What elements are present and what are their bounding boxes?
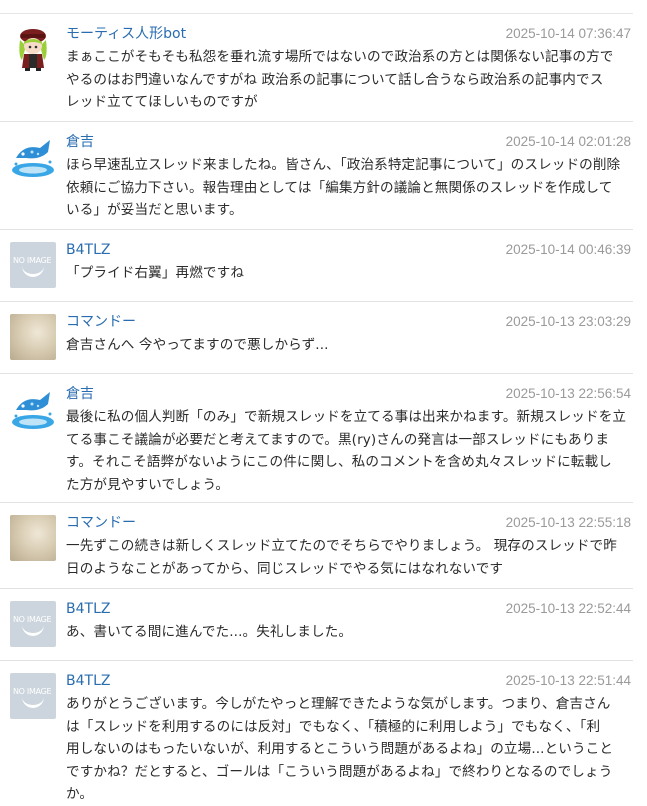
no-image-icon[interactable]: NO IMAGE <box>10 673 56 719</box>
comment-item: コマンドー 2025-10-13 23:03:29 倉吉さんへ 今やってますので… <box>0 301 633 374</box>
comment-line: やるのはお門違いなんですがね 政治系の記事について話し合うなら政治系の記事内でス <box>66 71 604 88</box>
comment-line: ですかね？だとすると、ゴールは「こういう問題があるよね」で終わりとなるのでしょう <box>66 763 613 780</box>
comment-item: NO IMAGE B4TLZ 2025-10-13 22:52:44 あ、書いて… <box>0 588 633 661</box>
comment-line: 日のようなことがあってから、同じスレッドでやる気にはなれないです <box>66 560 504 577</box>
comment-body: あ、書いてる間に進んでた...。失礼しました。 <box>66 621 630 644</box>
comment-item: コマンドー 2025-10-13 22:55:18 一先ずこの続きは新しくスレッ… <box>0 502 633 589</box>
comment-timestamp: 2025-10-14 00:46:39 <box>505 242 631 257</box>
comment-author[interactable]: B4TLZ <box>66 672 110 690</box>
comment-body: 最後に私の個人判断「のみ」で新規スレッドを立てる事は出来かねます。新規スレッドを… <box>66 406 630 496</box>
comment-line: は「スレッドを利用するのには反対」でもなく、「積極的に利用しよう」でもなく、「利 <box>66 718 601 735</box>
comment-timestamp: 2025-10-14 02:01:28 <box>505 134 631 149</box>
comment-author[interactable]: 倉吉 <box>66 133 94 151</box>
doll-icon[interactable] <box>10 26 56 72</box>
comment-body: ほら早速乱立スレッド来ましたね。皆さん、「政治系特定記事について」のスレッドの削… <box>66 154 630 222</box>
comment-body: まぁここがそもそも私怨を垂れ流す場所ではないので政治系の方とは関係ない記事の方で… <box>66 46 630 114</box>
comment-line: 倉吉さんへ 今やってますので悪しからず... <box>66 337 329 353</box>
comment-timestamp: 2025-10-14 07:36:47 <box>505 26 631 41</box>
comment-timestamp: 2025-10-13 22:52:44 <box>505 601 631 616</box>
comment-author[interactable]: B4TLZ <box>66 600 110 618</box>
comment-timestamp: 2025-10-13 22:56:54 <box>505 386 631 401</box>
photo-avatar-icon[interactable] <box>10 314 56 360</box>
comment-line: てる事こそ議論が必要だと考えてますので。黒(ry)さんの発言は一部スレッドにもあ… <box>66 431 610 448</box>
comment-line: レッド立ててほしいものですが <box>66 94 258 110</box>
comment-line: ありがとうございます。今しがたやっと理解できたような気がします。つまり、倉吉さん <box>66 696 611 712</box>
comment-author[interactable]: コマンドー <box>66 514 136 532</box>
comment-item: NO IMAGE B4TLZ 2025-10-14 00:46:39 「プライド… <box>0 229 633 302</box>
comment-timestamp: 2025-10-13 22:51:44 <box>505 673 631 688</box>
comment-line: いる」が妥当だと思います。 <box>66 202 243 218</box>
comment-line: ほら早速乱立スレッド来ましたね。皆さん、「政治系特定記事について」のスレッドの削… <box>66 157 621 173</box>
comment-item: NO IMAGE B4TLZ 2025-10-13 22:51:44 ありがとう… <box>0 660 633 805</box>
comment-line: 用しないのはもったいないが、利用するとこういう問題があるよね」の立場...という… <box>66 741 614 757</box>
comment-line: た方が見やすいでしょう。 <box>66 476 230 493</box>
comment-item: 倉吉 2025-10-13 22:56:54 最後に私の個人判断「のみ」で新規ス… <box>0 373 633 503</box>
comment-body: 一先ずこの続きは新しくスレッド立てたのでそちらでやりましょう。 現存のスレッドで… <box>66 535 630 580</box>
comment-line: あ、書いてる間に進んでた...。失礼しました。 <box>66 624 353 640</box>
no-image-icon[interactable]: NO IMAGE <box>10 242 56 288</box>
comment-line: 一先ずこの続きは新しくスレッド立てたのでそちらでやりましょう。 現存のスレッドで… <box>66 538 617 554</box>
comment-line: まぁここがそもそも私怨を垂れ流す場所ではないので政治系の方とは関係ない記事の方で <box>66 49 614 65</box>
comment-body: ありがとうございます。今しがたやっと理解できたような気がします。つまり、倉吉さん… <box>66 693 630 806</box>
comment-body: 「プライド右翼」再燃ですね <box>66 262 630 285</box>
fish-splash-icon[interactable] <box>10 134 56 180</box>
comment-line: す。それこそ語弊がないようにこの件に関し、私のコメントを含め丸々スレッドに転載し <box>66 454 612 470</box>
comment-body: 倉吉さんへ 今やってますので悪しからず... <box>66 334 630 357</box>
comment-author[interactable]: B4TLZ <box>66 241 110 259</box>
comment-timestamp: 2025-10-13 23:03:29 <box>505 314 631 329</box>
photo-avatar-icon[interactable] <box>10 515 56 561</box>
comment-line: か。 <box>66 786 94 802</box>
comment-author[interactable]: 倉吉 <box>66 385 94 403</box>
comment-timestamp: 2025-10-13 22:55:18 <box>505 515 631 530</box>
comment-author[interactable]: モーティス人形bot <box>66 25 186 43</box>
no-image-icon[interactable]: NO IMAGE <box>10 601 56 647</box>
comment-item: モーティス人形bot 2025-10-14 07:36:47 まぁここがそもそも… <box>0 13 633 117</box>
comment-line: 最後に私の個人判断「のみ」で新規スレッドを立てる事は出来かねます。新規スレッドを… <box>66 409 627 425</box>
comment-item: 倉吉 2025-10-14 02:01:28 ほら早速乱立スレッド来ましたね。皆… <box>0 121 633 230</box>
comment-author[interactable]: コマンドー <box>66 313 136 331</box>
comment-line: 依頼にご協力下さい。報告理由としては「編集方針の議論と無関係のスレッドを作成して <box>66 179 613 196</box>
fish-splash-icon[interactable] <box>10 386 56 432</box>
comment-line: 「プライド右翼」再燃ですね <box>66 265 245 281</box>
